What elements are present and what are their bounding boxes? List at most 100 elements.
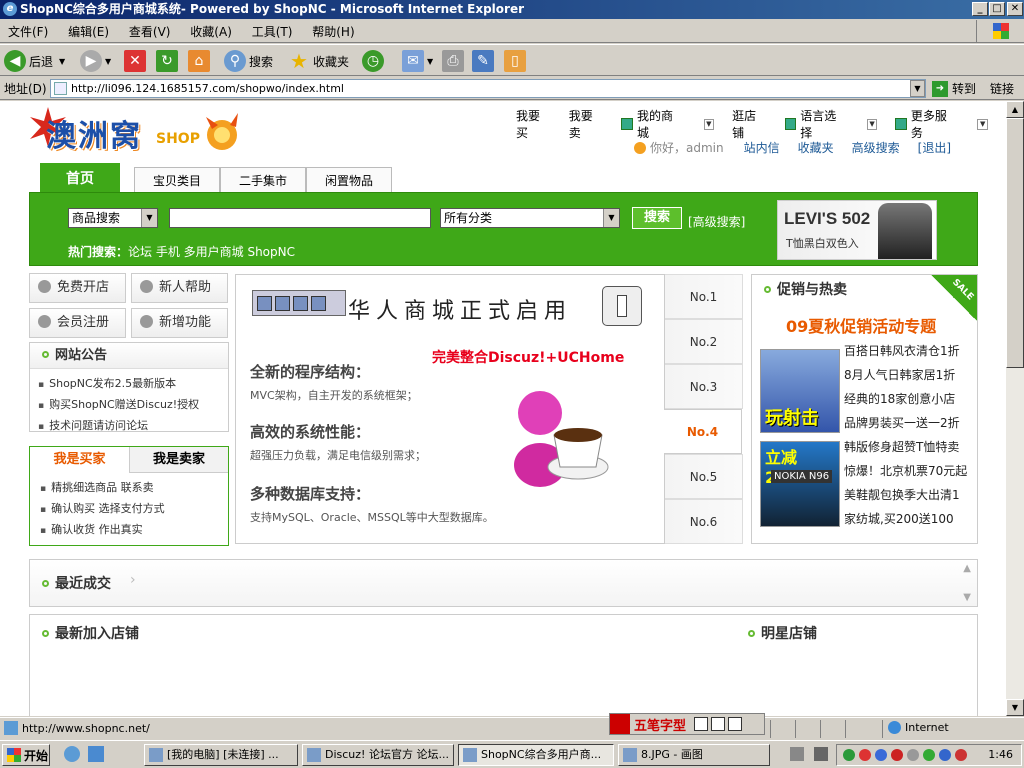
search-button[interactable]: ⚲ 搜索 <box>224 49 273 73</box>
newbie-help-button[interactable]: 新人帮助 <box>131 273 228 303</box>
promo-item[interactable]: 百搭日韩风衣清仓1折 <box>844 339 967 363</box>
refresh-button[interactable]: ↻ <box>156 49 181 73</box>
category-select[interactable]: 所有分类 ▼ <box>440 208 620 228</box>
tab-secondhand[interactable]: 二手集市 <box>220 167 307 193</box>
scroll-down-button[interactable]: ▼ <box>1006 699 1024 716</box>
task-discuz[interactable]: Discuz! 论坛官方 论坛... <box>302 744 454 766</box>
language-link[interactable]: 语言选择 ▼ <box>784 107 878 141</box>
banner-tab-active[interactable]: No.4 <box>664 409 742 454</box>
open-shop-button[interactable]: 免费开店 <box>29 273 126 303</box>
notice-item[interactable]: 技术问题请访问论坛 <box>38 415 228 436</box>
logout-link[interactable]: [退出] <box>918 139 951 156</box>
menu-view[interactable]: 查看(V) <box>121 19 179 44</box>
promo-image-nokia[interactable]: 立减200!!NOKIA N96 <box>760 441 840 527</box>
messages-link[interactable]: 站内信 <box>744 139 780 156</box>
minimize-button[interactable]: _ <box>972 2 988 16</box>
promo-item[interactable]: 品牌男装买一送一2折 <box>844 411 967 435</box>
print-button[interactable]: ⎙ <box>442 49 467 73</box>
ime-toolbar[interactable]: 五笔字型 <box>609 713 765 735</box>
tray-plus-icon[interactable] <box>923 749 935 761</box>
keyboard-icon[interactable] <box>728 717 743 731</box>
print-icon[interactable] <box>275 295 290 311</box>
promo-item[interactable]: 家纺城,买200送100 <box>844 507 967 531</box>
menu-favorites[interactable]: 收藏(A) <box>182 19 240 44</box>
start-button[interactable]: 开始 <box>2 744 50 766</box>
banner-tab[interactable]: No.2 <box>665 319 743 364</box>
tab-home[interactable]: 首页 <box>40 163 120 193</box>
ie-quicklaunch-icon[interactable] <box>64 746 80 762</box>
search-submit-button[interactable]: 搜索 <box>632 207 682 229</box>
banner-tab[interactable]: No.6 <box>665 499 743 544</box>
browse-shops-link[interactable]: 逛店铺 <box>732 107 767 141</box>
address-dropdown-button[interactable]: ▼ <box>910 80 925 97</box>
my-mall-link[interactable]: 我的商城 ▼ <box>621 107 715 141</box>
new-features-button[interactable]: 新增功能 <box>131 308 228 338</box>
tray-close-icon[interactable] <box>955 749 967 761</box>
tray-flag-icon[interactable] <box>939 749 951 761</box>
scroll-thumb[interactable] <box>1006 118 1024 368</box>
close-button[interactable]: ✕ <box>1007 2 1023 16</box>
task-paint[interactable]: 8.JPG - 画图 <box>618 744 770 766</box>
levis-ad-banner[interactable]: LEVI'S 502 T恤黑白双色入 <box>777 200 937 260</box>
back-button[interactable]: ◀ 后退 ▼ <box>4 49 65 73</box>
ime-name[interactable]: 五笔字型 <box>634 715 686 734</box>
messenger-button[interactable]: ▯ <box>504 49 529 73</box>
notice-item[interactable]: 购买ShopNC赠送Discuz!授权 <box>38 394 228 415</box>
banner-tab[interactable]: No.5 <box>665 454 743 499</box>
tray-umbrella-icon[interactable] <box>843 749 855 761</box>
banner-tab[interactable]: No.1 <box>665 274 743 319</box>
links-button[interactable]: 链接 <box>990 80 1014 97</box>
scroll-up-button[interactable]: ▲ <box>1006 101 1024 118</box>
menu-file[interactable]: 文件(F) <box>0 19 56 44</box>
maximize-button[interactable]: □ <box>989 2 1005 16</box>
favorites-button[interactable]: ★ 收藏夹 <box>288 49 349 73</box>
promo-item[interactable]: 8月人气日韩家居1折 <box>844 363 967 387</box>
network-icon[interactable] <box>790 747 804 761</box>
search-input[interactable] <box>169 208 431 228</box>
edit-button[interactable]: ✎ <box>472 49 497 73</box>
promo-item[interactable]: 惊爆！北京机票70元起 <box>844 459 967 483</box>
search-type-select[interactable]: 商品搜索 ▼ <box>68 208 158 228</box>
task-shopnc[interactable]: ShopNC综合多用户商... <box>458 744 614 766</box>
menu-help[interactable]: 帮助(H) <box>304 19 362 44</box>
stop-button[interactable]: ✕ <box>124 49 149 73</box>
mail-button[interactable]: ✉ ▼ <box>402 49 433 73</box>
volume-icon[interactable] <box>814 747 828 761</box>
tray-app-icon[interactable] <box>875 749 887 761</box>
banner-tab[interactable]: No.3 <box>665 364 743 409</box>
buy-link[interactable]: 我要买 <box>516 107 551 141</box>
desktop-quicklaunch-icon[interactable] <box>88 746 104 762</box>
folder-icon[interactable] <box>311 295 326 311</box>
sell-link[interactable]: 我要卖 <box>569 107 604 141</box>
notice-item[interactable]: ShopNC发布2.5最新版本 <box>38 373 228 394</box>
ime-icon[interactable] <box>610 714 630 734</box>
clock[interactable]: 1:46 <box>988 748 1013 761</box>
task-my-computer[interactable]: [我的电脑] [未连接] ... <box>144 744 298 766</box>
tab-categories[interactable]: 宝贝类目 <box>134 167 221 193</box>
menu-edit[interactable]: 编辑(E) <box>60 19 117 44</box>
save-icon[interactable] <box>257 295 272 311</box>
address-input[interactable]: http://li096.124.1685157.com/shopwo/inde… <box>50 79 926 98</box>
vertical-scrollbar[interactable]: ▲ ▼ <box>1006 101 1024 716</box>
half-width-icon[interactable] <box>694 717 709 731</box>
home-button[interactable]: ⌂ <box>188 49 213 73</box>
tray-qq-icon[interactable] <box>859 749 871 761</box>
promo-item[interactable]: 美鞋靓包换季大出清1 <box>844 483 967 507</box>
punctuation-icon[interactable] <box>711 717 726 731</box>
tray-disk-icon[interactable] <box>907 749 919 761</box>
favorites-link[interactable]: 收藏夹 <box>798 139 834 156</box>
tray-shield-icon[interactable] <box>891 749 903 761</box>
mail-icon[interactable] <box>293 295 308 311</box>
scroll-up-icon[interactable]: ▲ <box>963 563 971 574</box>
promo-item[interactable]: 经典的18家创意小店 <box>844 387 967 411</box>
promo-item[interactable]: 韩版修身超赞T恤特卖 <box>844 435 967 459</box>
main-banner[interactable]: 华人商城正式启用 完美整合Discuz!+UCHome 全新的程序结构： MVC… <box>235 274 665 544</box>
tab-idle-items[interactable]: 闲置物品 <box>306 167 393 193</box>
promo-headline[interactable]: 09夏秋促销活动专题 <box>786 313 936 337</box>
site-logo[interactable]: 澳洲窝 SHOP <box>28 103 250 165</box>
hot-search-links[interactable]: 论坛 手机 多用户商城 ShopNC <box>128 245 295 259</box>
go-button[interactable]: ➜ 转到 <box>932 79 976 98</box>
tab-buyer[interactable]: 我是买家 <box>30 447 129 473</box>
forward-button[interactable]: ▶ ▼ <box>80 49 111 73</box>
tab-seller[interactable]: 我是卖家 <box>129 447 228 473</box>
